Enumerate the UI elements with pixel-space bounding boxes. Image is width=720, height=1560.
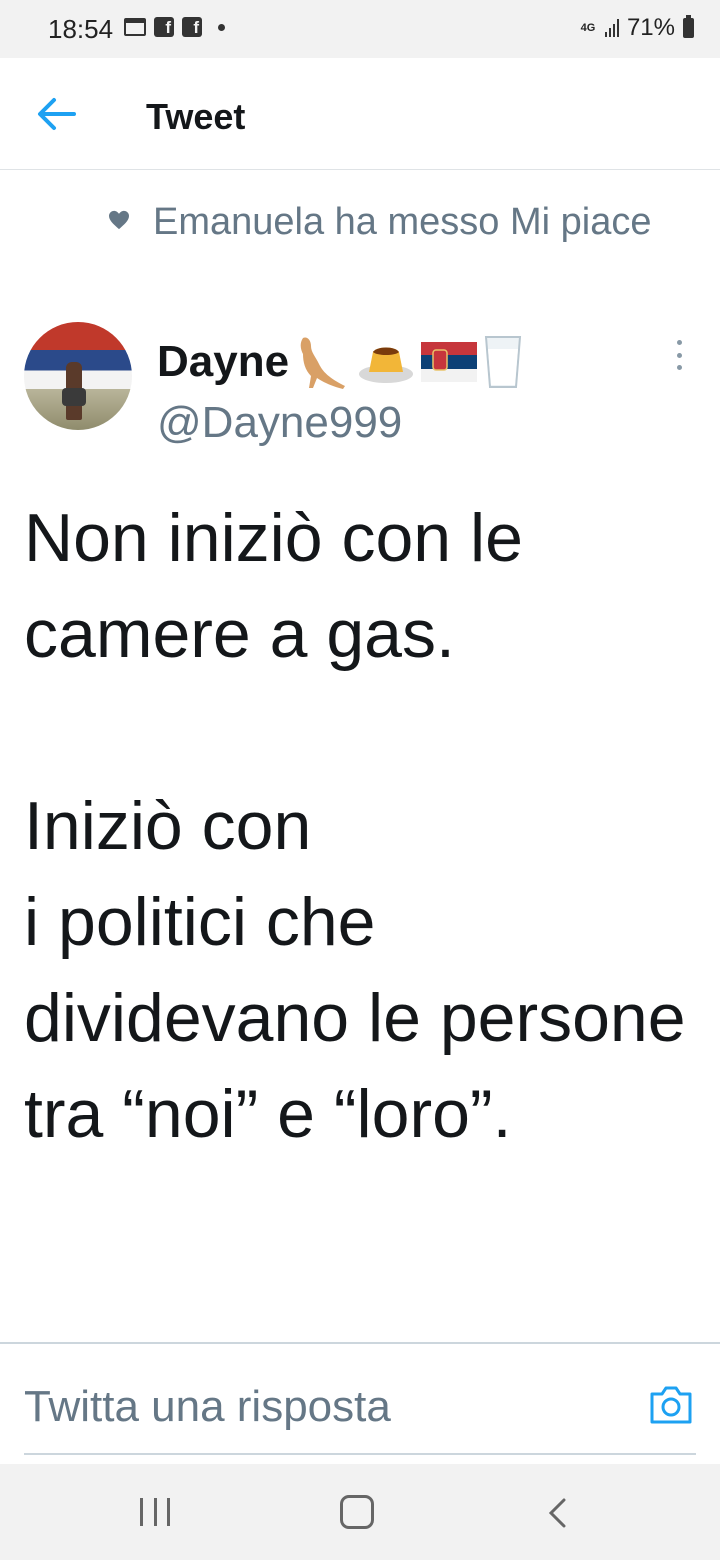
social-context-text: Emanuela ha messo Mi piace (153, 201, 652, 243)
reply-input[interactable]: Twitta una risposta (24, 1382, 391, 1432)
reply-underline (24, 1453, 696, 1455)
author-handle[interactable]: @Dayne999 (157, 398, 402, 448)
battery-icon (683, 15, 694, 38)
status-system-icons: 4G 71% (579, 14, 694, 42)
app-header: Tweet (0, 58, 720, 170)
signal-icon (604, 19, 619, 37)
more-vertical-icon (676, 340, 682, 345)
status-bar: 18:54 f f 4G 71% (0, 0, 720, 58)
custard-emoji-icon (359, 347, 414, 383)
system-back-button[interactable] (546, 1498, 570, 1528)
battery-percent: 71% (626, 14, 675, 41)
reply-bar: Twitta una risposta (0, 1342, 720, 1464)
glass-of-milk-emoji-icon (484, 336, 522, 388)
camera-button[interactable] (648, 1384, 694, 1426)
status-notification-icons: f f (124, 17, 225, 37)
camera-icon (650, 1386, 692, 1424)
kangaroo-emoji-icon (300, 337, 346, 389)
tweet-text: Non iniziò con le camere a gas. Iniziò c… (24, 500, 686, 1152)
network-type: 4G (580, 22, 596, 34)
calendar-icon (124, 18, 146, 36)
more-notifications-dot-icon (218, 23, 225, 31)
back-button[interactable] (34, 94, 78, 134)
author-emojis (293, 334, 523, 390)
more-options-button[interactable] (666, 340, 692, 370)
home-button[interactable] (340, 1495, 374, 1529)
avatar[interactable] (24, 322, 132, 430)
serbia-flag-emoji-icon (421, 342, 478, 382)
facebook-icon: f (182, 17, 202, 37)
arrow-left-icon (38, 98, 76, 130)
chevron-left-icon (548, 1498, 566, 1528)
heart-icon (109, 210, 129, 230)
recent-apps-button[interactable] (140, 1498, 170, 1526)
author-name-row[interactable]: Dayne (157, 334, 523, 390)
facebook-icon: f (154, 17, 174, 37)
status-time: 18:54 (48, 14, 114, 44)
system-nav-bar (0, 1464, 720, 1560)
avatar-shield (62, 388, 86, 406)
page-title: Tweet (146, 96, 246, 137)
author-name: Dayne (157, 337, 290, 386)
